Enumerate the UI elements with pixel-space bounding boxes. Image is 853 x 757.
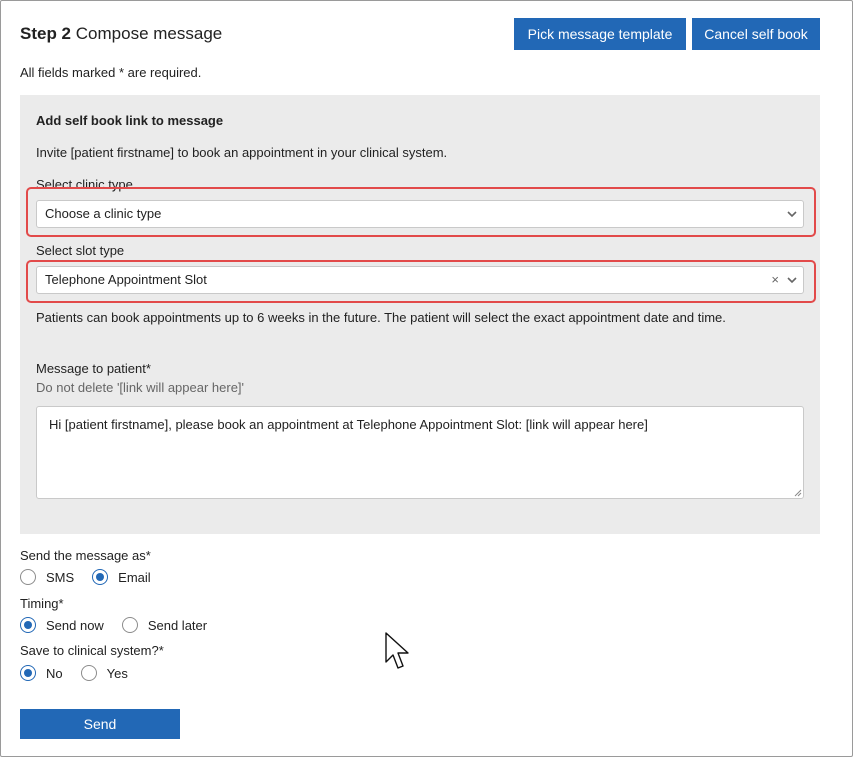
pick-template-button[interactable]: Pick message template [514,18,686,50]
page-title: Step 2 Compose message [20,24,222,44]
slot-type-label: Select slot type [36,243,125,258]
panel-description: Invite [patient firstname] to book an ap… [36,145,448,160]
cancel-self-book-button[interactable]: Cancel self book [692,18,820,50]
timing-send-now-option[interactable]: Send now [20,617,104,633]
mouse-cursor-icon [385,632,409,669]
resize-grip-icon[interactable] [792,487,802,497]
clear-icon[interactable]: × [771,267,779,293]
radio-no[interactable] [20,665,36,681]
chevron-down-icon [787,277,797,284]
timing-group: Send now Send later [20,617,225,633]
message-textarea[interactable]: Hi [patient firstname], please book an a… [36,406,804,499]
send-as-email-option[interactable]: Email [92,569,151,585]
send-as-label: Send the message as* [20,548,151,563]
save-clinical-group: No Yes [20,665,146,681]
save-clinical-no-option[interactable]: No [20,665,63,681]
radio-sms-label: SMS [46,569,75,585]
send-as-group: SMS Email [20,569,169,585]
required-note: All fields marked * are required. [20,65,202,80]
radio-send-now-label: Send now [46,617,104,633]
timing-send-later-option[interactable]: Send later [121,617,208,633]
self-book-panel: Add self book link to message Invite [pa… [20,95,820,534]
send-button[interactable]: Send [20,709,180,739]
slot-type-select[interactable]: Telephone Appointment Slot × [36,266,804,294]
message-hint: Do not delete '[link will appear here]' [36,380,245,395]
save-clinical-yes-option[interactable]: Yes [80,665,128,681]
radio-yes[interactable] [80,665,97,681]
radio-yes-label: Yes [106,665,128,681]
radio-send-later[interactable] [121,617,138,633]
radio-sms[interactable] [20,569,36,585]
radio-no-label: No [46,665,63,681]
clinic-type-select[interactable]: Choose a clinic type [36,200,804,228]
panel-title: Add self book link to message [36,113,224,128]
radio-send-later-label: Send later [147,617,208,633]
radio-email[interactable] [92,569,109,585]
radio-email-label: Email [118,569,151,585]
step-title: Compose message [75,24,223,43]
clinic-type-value: Choose a clinic type [45,206,162,221]
chevron-down-icon [787,211,797,218]
send-as-sms-option[interactable]: SMS [20,569,74,585]
slot-type-value: Telephone Appointment Slot [45,272,207,287]
timing-label: Timing* [20,596,64,611]
booking-info: Patients can book appointments up to 6 w… [36,310,726,325]
message-label: Message to patient* [36,361,151,376]
radio-send-now[interactable] [20,617,36,633]
save-clinical-label: Save to clinical system?* [20,643,164,658]
step-label: Step 2 [20,24,72,43]
